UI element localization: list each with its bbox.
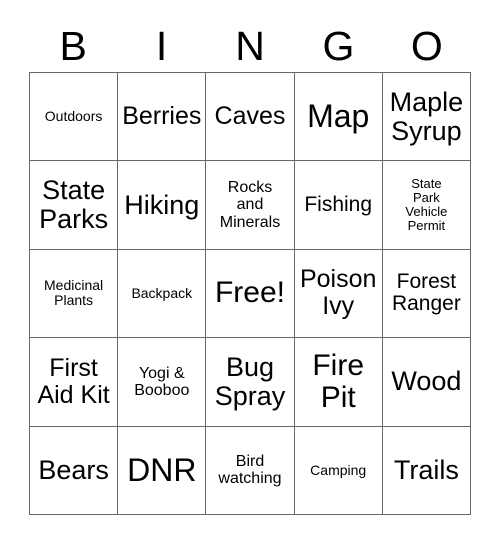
bingo-header-letter-o: O	[410, 22, 443, 69]
bingo-cell-label: Medicinal Plants	[44, 277, 104, 309]
bingo-cell[interactable]: Medicinal Plants	[30, 249, 119, 339]
bingo-cell-label: Camping	[310, 461, 367, 478]
bingo-cell[interactable]: Backpack	[118, 249, 207, 339]
bingo-cell-label: DNR	[127, 452, 197, 489]
bingo-cell-label: Fire Pit	[312, 348, 365, 414]
bingo-cell[interactable]: Yogi & Booboo	[118, 338, 207, 427]
bingo-cell[interactable]: State Park Vehicle Permit	[382, 161, 471, 250]
bingo-cell[interactable]: Bug Spray	[206, 338, 295, 427]
bingo-cell-label: Poison Ivy	[299, 265, 377, 321]
bingo-cell-label: Yogi & Booboo	[134, 364, 190, 399]
bingo-cell-label: Hiking	[124, 189, 200, 220]
bingo-cell[interactable]: Maple Syrup	[382, 73, 471, 162]
bingo-cell-label: Bears	[38, 454, 109, 485]
bingo-cell-label: Fishing	[304, 192, 373, 216]
bingo-cell-label: Bug Spray	[214, 351, 286, 411]
bingo-header-letter-b: B	[59, 22, 87, 69]
bingo-cell-label: Bird watching	[218, 453, 282, 488]
bingo-cell-label: Outdoors	[44, 108, 103, 125]
bingo-card: B I N G O Outdoors Berries Caves Map Maple S…	[0, 0, 500, 544]
bingo-cell[interactable]: Forest Ranger	[382, 249, 471, 339]
bingo-cell[interactable]: Wood	[382, 338, 471, 427]
bingo-cell[interactable]: Fishing	[294, 161, 383, 250]
bingo-cell[interactable]: First Aid Kit	[30, 338, 119, 427]
bingo-cell[interactable]: Hiking	[118, 161, 207, 250]
bingo-cell[interactable]: Outdoors	[30, 73, 119, 162]
bingo-cell-label: Free!	[214, 276, 285, 310]
bingo-cell-label: State Parks	[39, 174, 109, 235]
bingo-grid: Outdoors Berries Caves Map Maple Syrup State …	[29, 72, 471, 515]
bingo-cell[interactable]: Poison Ivy	[294, 249, 383, 339]
bingo-cell-label: Forest Ranger	[391, 269, 461, 316]
bingo-cell-label: Berries	[122, 102, 202, 131]
bingo-header-letter-g: G	[322, 22, 355, 69]
bingo-cell-label: State Park Vehicle Permit	[405, 176, 448, 234]
bingo-cell-label: First Aid Kit	[37, 353, 110, 409]
bingo-cell[interactable]: DNR	[118, 426, 207, 515]
bingo-cell[interactable]: Bears	[30, 426, 119, 515]
bingo-cell-label: Backpack	[131, 284, 193, 301]
bingo-header-letter-i: I	[155, 22, 168, 69]
bingo-cell-label: Caves	[214, 102, 286, 131]
bingo-cell[interactable]: Fire Pit	[294, 338, 383, 427]
bingo-cell[interactable]: Trails	[382, 426, 471, 515]
bingo-cell[interactable]: Caves	[206, 73, 295, 162]
bingo-header-row: B I N G O	[29, 22, 471, 70]
bingo-header-letter-n: N	[235, 22, 265, 69]
bingo-cell-label: Rocks and Minerals	[219, 179, 281, 231]
bingo-cell[interactable]: Map	[294, 73, 383, 162]
bingo-cell-label: Maple Syrup	[389, 86, 464, 146]
bingo-cell-label: Map	[307, 98, 370, 135]
bingo-cell[interactable]: Berries	[118, 73, 207, 162]
bingo-cell-free-space[interactable]: Free!	[206, 249, 295, 339]
bingo-cell[interactable]: Camping	[294, 426, 383, 515]
bingo-cell[interactable]: Bird watching	[206, 426, 295, 515]
bingo-cell-label: Wood	[391, 366, 462, 397]
bingo-cell[interactable]: Rocks and Minerals	[206, 161, 295, 250]
bingo-cell[interactable]: State Parks	[30, 161, 119, 250]
bingo-cell-label: Trails	[393, 454, 459, 485]
